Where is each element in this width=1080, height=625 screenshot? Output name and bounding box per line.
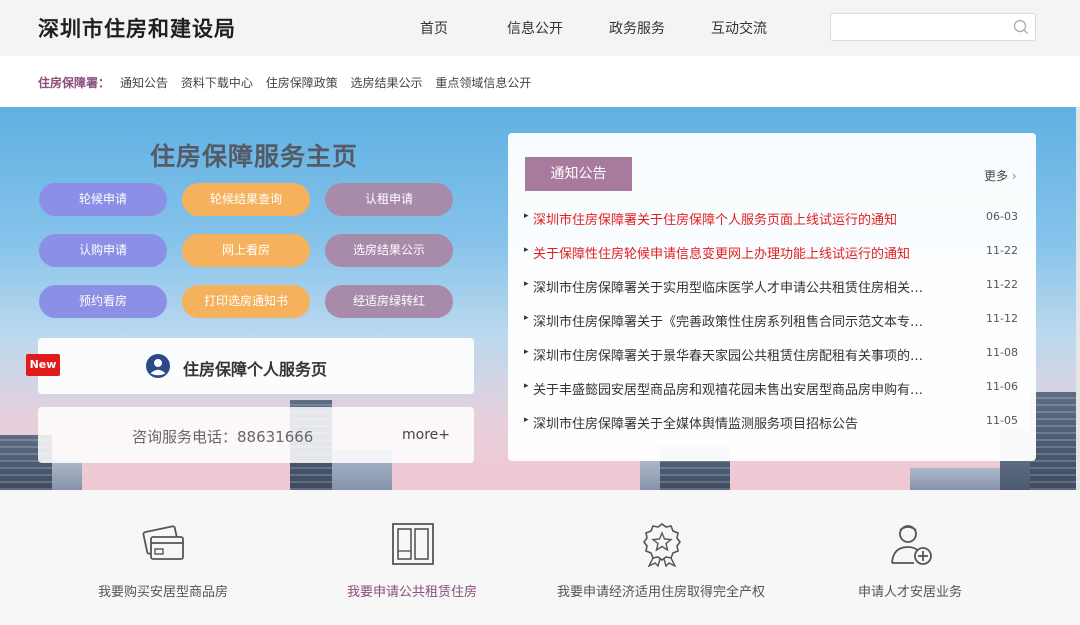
bottom-label: 申请人才安居业务 [857, 585, 962, 600]
nav-info-disclosure[interactable]: 信息公开 [507, 18, 563, 38]
notice-item[interactable]: ▸ 关于丰盛懿园安居型商品房和观禧花园未售出安居型商品房申购有… 11-06 [524, 379, 1022, 399]
subnav-link-key-info[interactable]: 重点领域信息公开 [435, 76, 531, 90]
notice-date: 06-03 [986, 210, 1018, 223]
buy-affordable-housing-entry[interactable]: 我要购买安居型商品房 [38, 490, 288, 625]
notice-date: 11-08 [986, 346, 1018, 359]
hotline-text: 咨询服务电话：88631666 [132, 428, 314, 446]
book-viewing-button[interactable]: 预约看房 [39, 285, 167, 318]
purchase-apply-button[interactable]: 认购申请 [39, 234, 167, 267]
notice-title: 深圳市住房保障署关于《完善政策性住房系列租售合同示范文本专… [533, 315, 924, 330]
bottom-label: 我要申请经济适用住房取得完全产权 [556, 585, 765, 600]
search-box [830, 13, 1036, 41]
notice-item[interactable]: ▸ 深圳市住房保障署关于《完善政策性住房系列租售合同示范文本专… 11-12 [524, 311, 1022, 331]
rent-apply-button[interactable]: 认租申请 [325, 183, 453, 216]
nav-government-services[interactable]: 政务服务 [609, 18, 665, 38]
notice-date: 11-22 [986, 278, 1018, 291]
selection-result-button[interactable]: 选房结果公示 [325, 234, 453, 267]
bottom-label: 我要购买安居型商品房 [97, 585, 228, 600]
bullet-arrow-icon: ▸ [524, 245, 529, 255]
notice-item[interactable]: ▸ 深圳市住房保障署关于全媒体舆情监测服务项目招标公告 11-05 [524, 413, 1022, 433]
nav-home[interactable]: 首页 [420, 18, 448, 38]
bullet-arrow-icon: ▸ [524, 381, 529, 391]
nav-interaction[interactable]: 互动交流 [711, 18, 767, 38]
notice-date: 11-06 [986, 380, 1018, 393]
online-viewing-button[interactable]: 网上看房 [182, 234, 310, 267]
notice-title: 深圳市住房保障署关于全媒体舆情监测服务项目招标公告 [533, 417, 859, 432]
service-entries: 我要购买安居型商品房 我要申请公共租赁住房 我要申请经济适用住房取得完全产权 申… [0, 490, 1080, 625]
search-input[interactable] [831, 14, 1001, 40]
notice-item[interactable]: ▸ 关于保障性住房轮候申请信息变更网上办理功能上线试运行的通知 11-22 [524, 243, 1022, 263]
notice-title: 关于保障性住房轮候申请信息变更网上办理功能上线试运行的通知 [533, 247, 911, 262]
affordable-housing-convert-button[interactable]: 经适房绿转红 [325, 285, 453, 318]
notice-title: 深圳市住房保障署关于实用型临床医学人才申请公共租赁住房相关… [533, 281, 924, 296]
personal-service-link[interactable]: 住房保障个人服务页 [38, 338, 474, 394]
card-icon [142, 525, 184, 560]
bullet-arrow-icon: ▸ [524, 415, 529, 425]
notice-tab[interactable]: 通知公告 [525, 157, 632, 191]
service-home-title: 住房保障服务主页 [150, 142, 359, 171]
scrollbar-track[interactable] [1076, 107, 1080, 490]
apply-public-rental-entry[interactable]: 我要申请公共租赁住房 [287, 490, 537, 625]
bullet-arrow-icon: ▸ [524, 313, 529, 323]
hotline-more-link[interactable]: more+ [402, 427, 450, 443]
queue-apply-button[interactable]: 轮候申请 [39, 183, 167, 216]
window-icon [392, 523, 434, 565]
bullet-arrow-icon: ▸ [524, 279, 529, 289]
notice-title: 深圳市住房保障署关于住房保障个人服务页面上线试运行的通知 [533, 213, 898, 228]
notice-item[interactable]: ▸ 深圳市住房保障署关于住房保障个人服务页面上线试运行的通知 06-03 [524, 209, 1022, 229]
subnav-links: 通知公告 资料下载中心 住房保障政策 选房结果公示 重点领域信息公开 [120, 74, 540, 91]
subnav-link-downloads[interactable]: 资料下载中心 [181, 76, 253, 90]
hotline-box: 咨询服务电话：88631666 more+ [38, 407, 474, 463]
notice-date: 11-12 [986, 312, 1018, 325]
notice-title: 关于丰盛懿园安居型商品房和观禧花园未售出安居型商品房申购有… [533, 383, 924, 398]
notice-date: 11-05 [986, 414, 1018, 427]
site-header: 深圳市住房和建设局 首页 信息公开 政务服务 互动交流 [0, 0, 1080, 56]
notice-item[interactable]: ▸ 深圳市住房保障署关于实用型临床医学人才申请公共租赁住房相关… 11-22 [524, 277, 1022, 297]
subnav-link-policy[interactable]: 住房保障政策 [266, 76, 338, 90]
notice-date: 11-22 [986, 244, 1018, 257]
sub-nav: 住房保障署： 通知公告 资料下载中心 住房保障政策 选房结果公示 重点领域信息公… [0, 56, 1080, 107]
user-circle-icon [146, 354, 170, 378]
print-notice-button[interactable]: 打印选房通知书 [182, 285, 310, 318]
site-title: 深圳市住房和建设局 [38, 17, 236, 41]
notice-title: 深圳市住房保障署关于景华春天家园公共租赁住房配租有关事项的… [533, 349, 924, 364]
notice-item[interactable]: ▸ 深圳市住房保障署关于景华春天家园公共租赁住房配租有关事项的… 11-08 [524, 345, 1022, 365]
notice-card: 通知公告 更多 › ▸ 深圳市住房保障署关于住房保障个人服务页面上线试运行的通知… [508, 133, 1036, 461]
award-icon [643, 523, 681, 567]
bullet-arrow-icon: ▸ [524, 211, 529, 221]
notice-more-link[interactable]: 更多 › [984, 167, 1017, 184]
personal-service-label: 住房保障个人服务页 [183, 360, 328, 379]
talent-housing-entry[interactable]: 申请人才安居业务 [785, 490, 1035, 625]
bullet-arrow-icon: ▸ [524, 347, 529, 357]
search-icon[interactable] [1013, 19, 1029, 35]
apply-economic-housing-entry[interactable]: 我要申请经济适用住房取得完全产权 [536, 490, 786, 625]
hero-banner: 住房保障服务主页 轮候申请 轮候结果查询 认租申请 认购申请 网上看房 选房结果… [0, 107, 1076, 490]
subnav-label: 住房保障署： [38, 76, 111, 90]
subnav-link-selection-results[interactable]: 选房结果公示 [351, 76, 423, 90]
new-badge: New [26, 354, 60, 376]
notice-more-label: 更多 [984, 169, 1009, 183]
bottom-label: 我要申请公共租赁住房 [346, 585, 477, 600]
chevron-right-icon: › [1011, 169, 1017, 183]
queue-result-query-button[interactable]: 轮候结果查询 [182, 183, 310, 216]
subnav-link-notices[interactable]: 通知公告 [120, 76, 168, 90]
user-add-icon [891, 525, 932, 565]
